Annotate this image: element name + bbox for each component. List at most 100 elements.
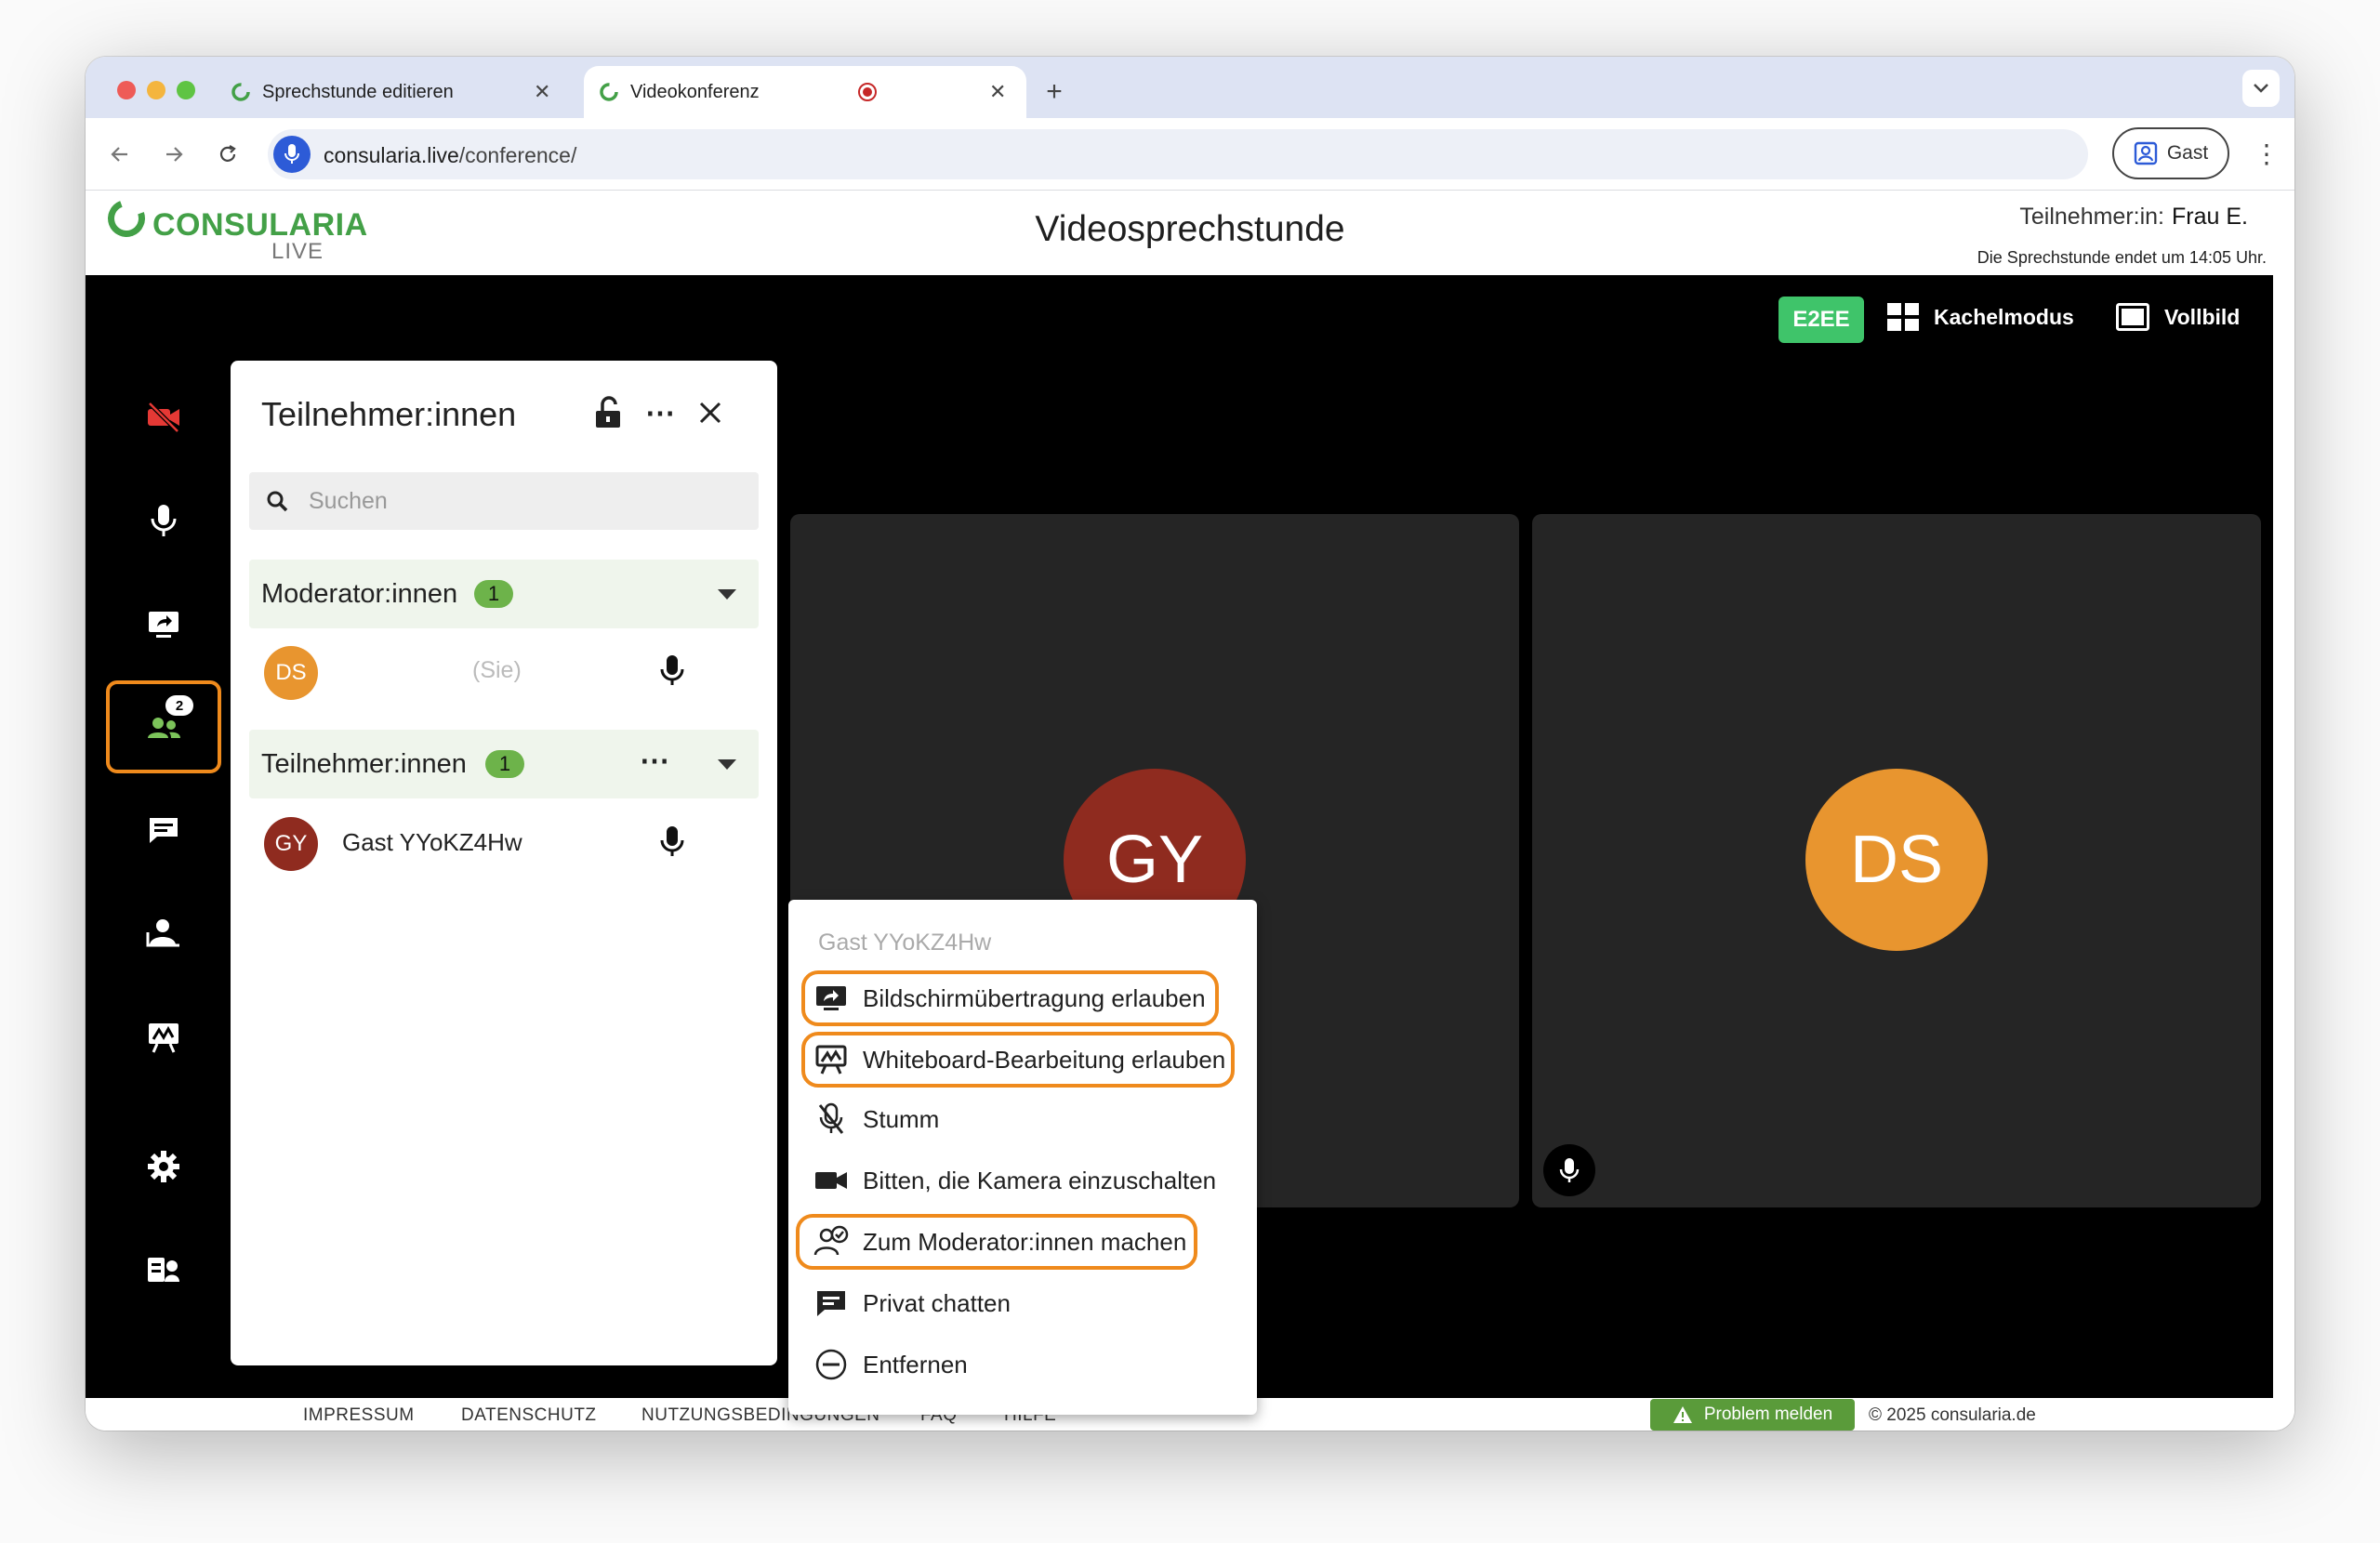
consularia-favicon-icon [231,83,250,101]
address-bar[interactable]: consularia.live/conference/ [268,129,2088,179]
participant-avatar-small: GY [264,817,318,871]
tile-mic-indicator [1543,1144,1595,1196]
close-window-button[interactable] [117,81,136,99]
contact-card-icon [148,1258,179,1282]
report-problem-button[interactable]: Problem melden [1650,1399,1855,1431]
reload-button[interactable] [212,138,244,170]
private-chat-menu-item[interactable]: Privat chatten [813,1275,1011,1331]
microphone-toggle-button[interactable] [106,474,221,567]
contact-card-button[interactable] [106,1223,221,1316]
session-end-notice: Die Sprechstunde endet um 14:05 Uhr. [1977,248,2267,267]
recording-icon [858,83,877,101]
forward-button[interactable] [158,138,190,170]
self-indicator: (Sie) [472,657,522,683]
chat-icon [813,1285,850,1322]
allow-screen-share-menu-item[interactable]: Bildschirmübertragung erlauben [801,970,1219,1026]
waiting-room-button[interactable] [106,887,221,980]
url-text: consularia.live/conference/ [324,143,577,167]
tab-title: Videokonferenz [630,81,760,102]
participant-search-input[interactable]: Suchen [249,472,759,530]
moderator-list-item[interactable]: DS (Sie) [249,633,759,707]
microphone-icon [1559,1158,1580,1182]
video-camera-icon [813,1162,850,1199]
grid-icon [1887,303,1919,331]
warning-icon [1673,1406,1692,1423]
person-seated-icon [146,919,179,947]
participants-count-badge: 2 [165,695,193,716]
tile-mode-button[interactable]: Kachelmodus [1887,303,2074,331]
settings-button[interactable] [106,1120,221,1213]
microphone-icon [660,653,684,692]
whiteboard-button[interactable] [106,990,221,1083]
screen-share-icon [813,980,850,1017]
back-button[interactable] [104,138,136,170]
microphone-icon [660,824,684,863]
tab-sprechstunde[interactable]: Sprechstunde editieren ✕ [231,66,565,118]
microphone-icon [284,144,299,164]
chat-button[interactable] [106,784,221,877]
participant-list-item[interactable]: GY Gast YYoKZ4Hw [249,804,759,878]
tab-title: Sprechstunde editieren [262,81,454,102]
moderators-group-header[interactable]: Moderator:innen 1 [249,560,759,628]
camera-off-icon [148,402,179,433]
make-moderator-menu-item[interactable]: Zum Moderator:innen machen [796,1214,1198,1270]
e2ee-button[interactable]: E2EE [1778,297,1864,343]
moderator-avatar: DS [1805,769,1988,951]
whiteboard-icon [149,1023,178,1053]
participants-count-badge: 1 [485,750,524,778]
tab-videokonferenz[interactable]: Videokonferenz ✕ [584,66,1026,118]
more-options-icon[interactable]: ⋯ [640,743,669,778]
close-tab-icon[interactable]: ✕ [989,80,1006,104]
arrow-right-icon [166,147,183,162]
browser-window: Sprechstunde editieren ✕ Videokonferenz … [86,57,2294,1431]
chat-icon [150,818,178,843]
microphone-off-icon [813,1101,850,1138]
video-tile-moderator[interactable]: DS [1532,514,2261,1207]
moderator-check-icon [813,1223,850,1260]
mute-menu-item[interactable]: Stumm [813,1091,939,1147]
participant-info: Teilnehmer:in: Frau E. [2019,204,2248,230]
camera-toggle-button[interactable] [106,371,221,464]
moderators-count-badge: 1 [474,580,513,608]
participants-button[interactable]: 2 [106,680,221,773]
new-tab-button[interactable]: + [1036,66,1073,118]
screen-share-button[interactable] [106,577,221,670]
tab-search-button[interactable] [2242,70,2280,107]
close-icon [699,402,721,424]
arrow-left-icon [111,147,127,162]
microphone-permission-icon[interactable] [273,136,311,173]
unlock-icon [596,396,620,428]
close-tab-icon[interactable]: ✕ [534,80,550,104]
remove-menu-item[interactable]: Entfernen [813,1337,968,1392]
participants-group-header[interactable]: Teilnehmer:innen 1 ⋯ [249,730,759,798]
lock-button[interactable] [588,392,628,433]
search-icon [267,491,288,512]
reload-icon [219,145,236,162]
browser-menu-icon[interactable]: ⋮ [2254,138,2280,169]
chevron-down-icon[interactable] [718,589,736,600]
chevron-down-icon [2254,84,2268,93]
panel-title: Teilnehmer:innen [261,395,517,433]
menu-title: Gast YYoKZ4Hw [818,930,992,956]
datenschutz-link[interactable]: DATENSCHUTZ [461,1405,597,1426]
zoom-window-button[interactable] [177,81,195,99]
chevron-down-icon[interactable] [718,759,736,770]
close-panel-button[interactable] [690,392,731,433]
allow-whiteboard-menu-item[interactable]: Whiteboard-Bearbeitung erlauben [801,1032,1236,1088]
participant-context-menu: Gast YYoKZ4Hw Bildschirmübertragung erla… [788,900,1257,1415]
minimize-window-button[interactable] [147,81,165,99]
fullscreen-button[interactable]: Vollbild [2116,303,2240,331]
more-options-icon[interactable]: ⋯ [640,392,681,433]
profile-icon [2134,141,2158,165]
page-header: CONSULARIA LIVE Videosprechstunde Teilne… [86,191,2294,275]
browser-toolbar: consularia.live/conference/ Gast ⋮ [86,118,2294,191]
group-label: Teilnehmer:innen [261,749,467,779]
request-camera-menu-item[interactable]: Bitten, die Kamera einzuschalten [813,1153,1216,1208]
tab-strip: Sprechstunde editieren ✕ Videokonferenz … [86,57,2294,118]
impressum-link[interactable]: IMPRESSUM [303,1405,415,1426]
fullscreen-icon [2116,303,2149,331]
moderator-avatar-small: DS [264,646,318,700]
group-label: Moderator:innen [261,579,458,609]
profile-button[interactable]: Gast [2112,127,2229,179]
screen-share-icon [149,612,178,638]
